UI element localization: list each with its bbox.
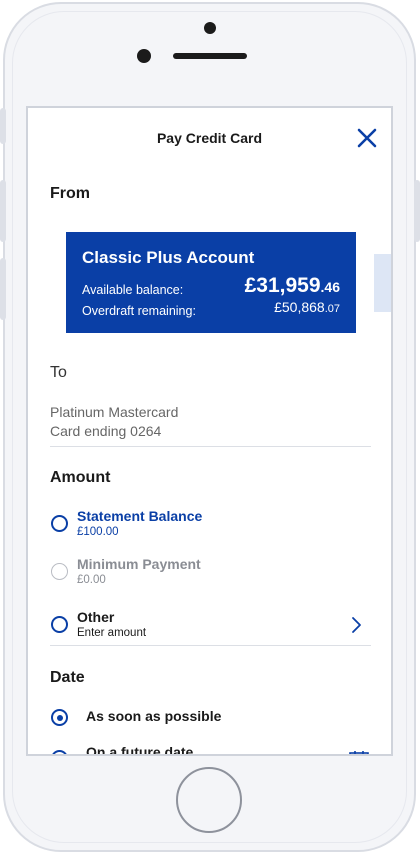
close-icon[interactable] (355, 126, 379, 150)
other-amount-radio[interactable] (51, 616, 68, 633)
home-button[interactable] (176, 767, 242, 833)
to-heading: To (50, 364, 67, 381)
future-date-label[interactable]: On a future date (86, 744, 193, 754)
overdraft-remaining-value: £50,868.07 (274, 299, 340, 315)
app-screen: Pay Credit Card From Classic Plus Accoun… (26, 106, 393, 756)
mute-switch (0, 108, 6, 144)
future-date-radio[interactable] (51, 750, 68, 754)
payee-card-ending: Card ending 0264 (50, 423, 162, 439)
minimum-payment-radio[interactable] (51, 563, 68, 580)
amount-heading: Amount (50, 469, 111, 486)
minimum-payment-value: £0.00 (77, 574, 106, 586)
volume-down-button (0, 258, 6, 320)
date-heading: Date (50, 669, 85, 686)
page-title: Pay Credit Card (156, 130, 263, 146)
calendar-icon[interactable] (349, 750, 369, 756)
asap-radio[interactable] (51, 709, 68, 726)
statement-balance-label[interactable]: Statement Balance (77, 508, 202, 524)
other-amount-label[interactable]: Other (77, 609, 114, 625)
proximity-sensor (204, 22, 216, 34)
volume-up-button (0, 180, 6, 242)
enter-amount-hint: Enter amount (77, 627, 147, 639)
earpiece-speaker (173, 53, 247, 59)
divider (50, 645, 371, 646)
overdraft-remaining-label: Overdraft remaining: (82, 304, 196, 318)
next-account-card-peek[interactable] (374, 254, 391, 312)
account-card[interactable]: Classic Plus Account Available balance: … (66, 232, 356, 333)
front-camera (137, 49, 151, 63)
available-balance-value: £31,959.46 (244, 274, 340, 297)
minimum-payment-label[interactable]: Minimum Payment (77, 556, 201, 572)
available-balance-label: Available balance: (82, 283, 184, 297)
account-name: Classic Plus Account (82, 248, 255, 267)
power-button (414, 180, 420, 242)
from-heading: From (50, 185, 90, 202)
asap-label[interactable]: As soon as possible (86, 708, 221, 724)
chevron-right-icon[interactable] (349, 616, 363, 634)
statement-balance-value: £100.00 (77, 526, 119, 538)
payee-name: Platinum Mastercard (50, 404, 179, 420)
statement-balance-radio[interactable] (51, 515, 68, 532)
divider (50, 446, 371, 447)
